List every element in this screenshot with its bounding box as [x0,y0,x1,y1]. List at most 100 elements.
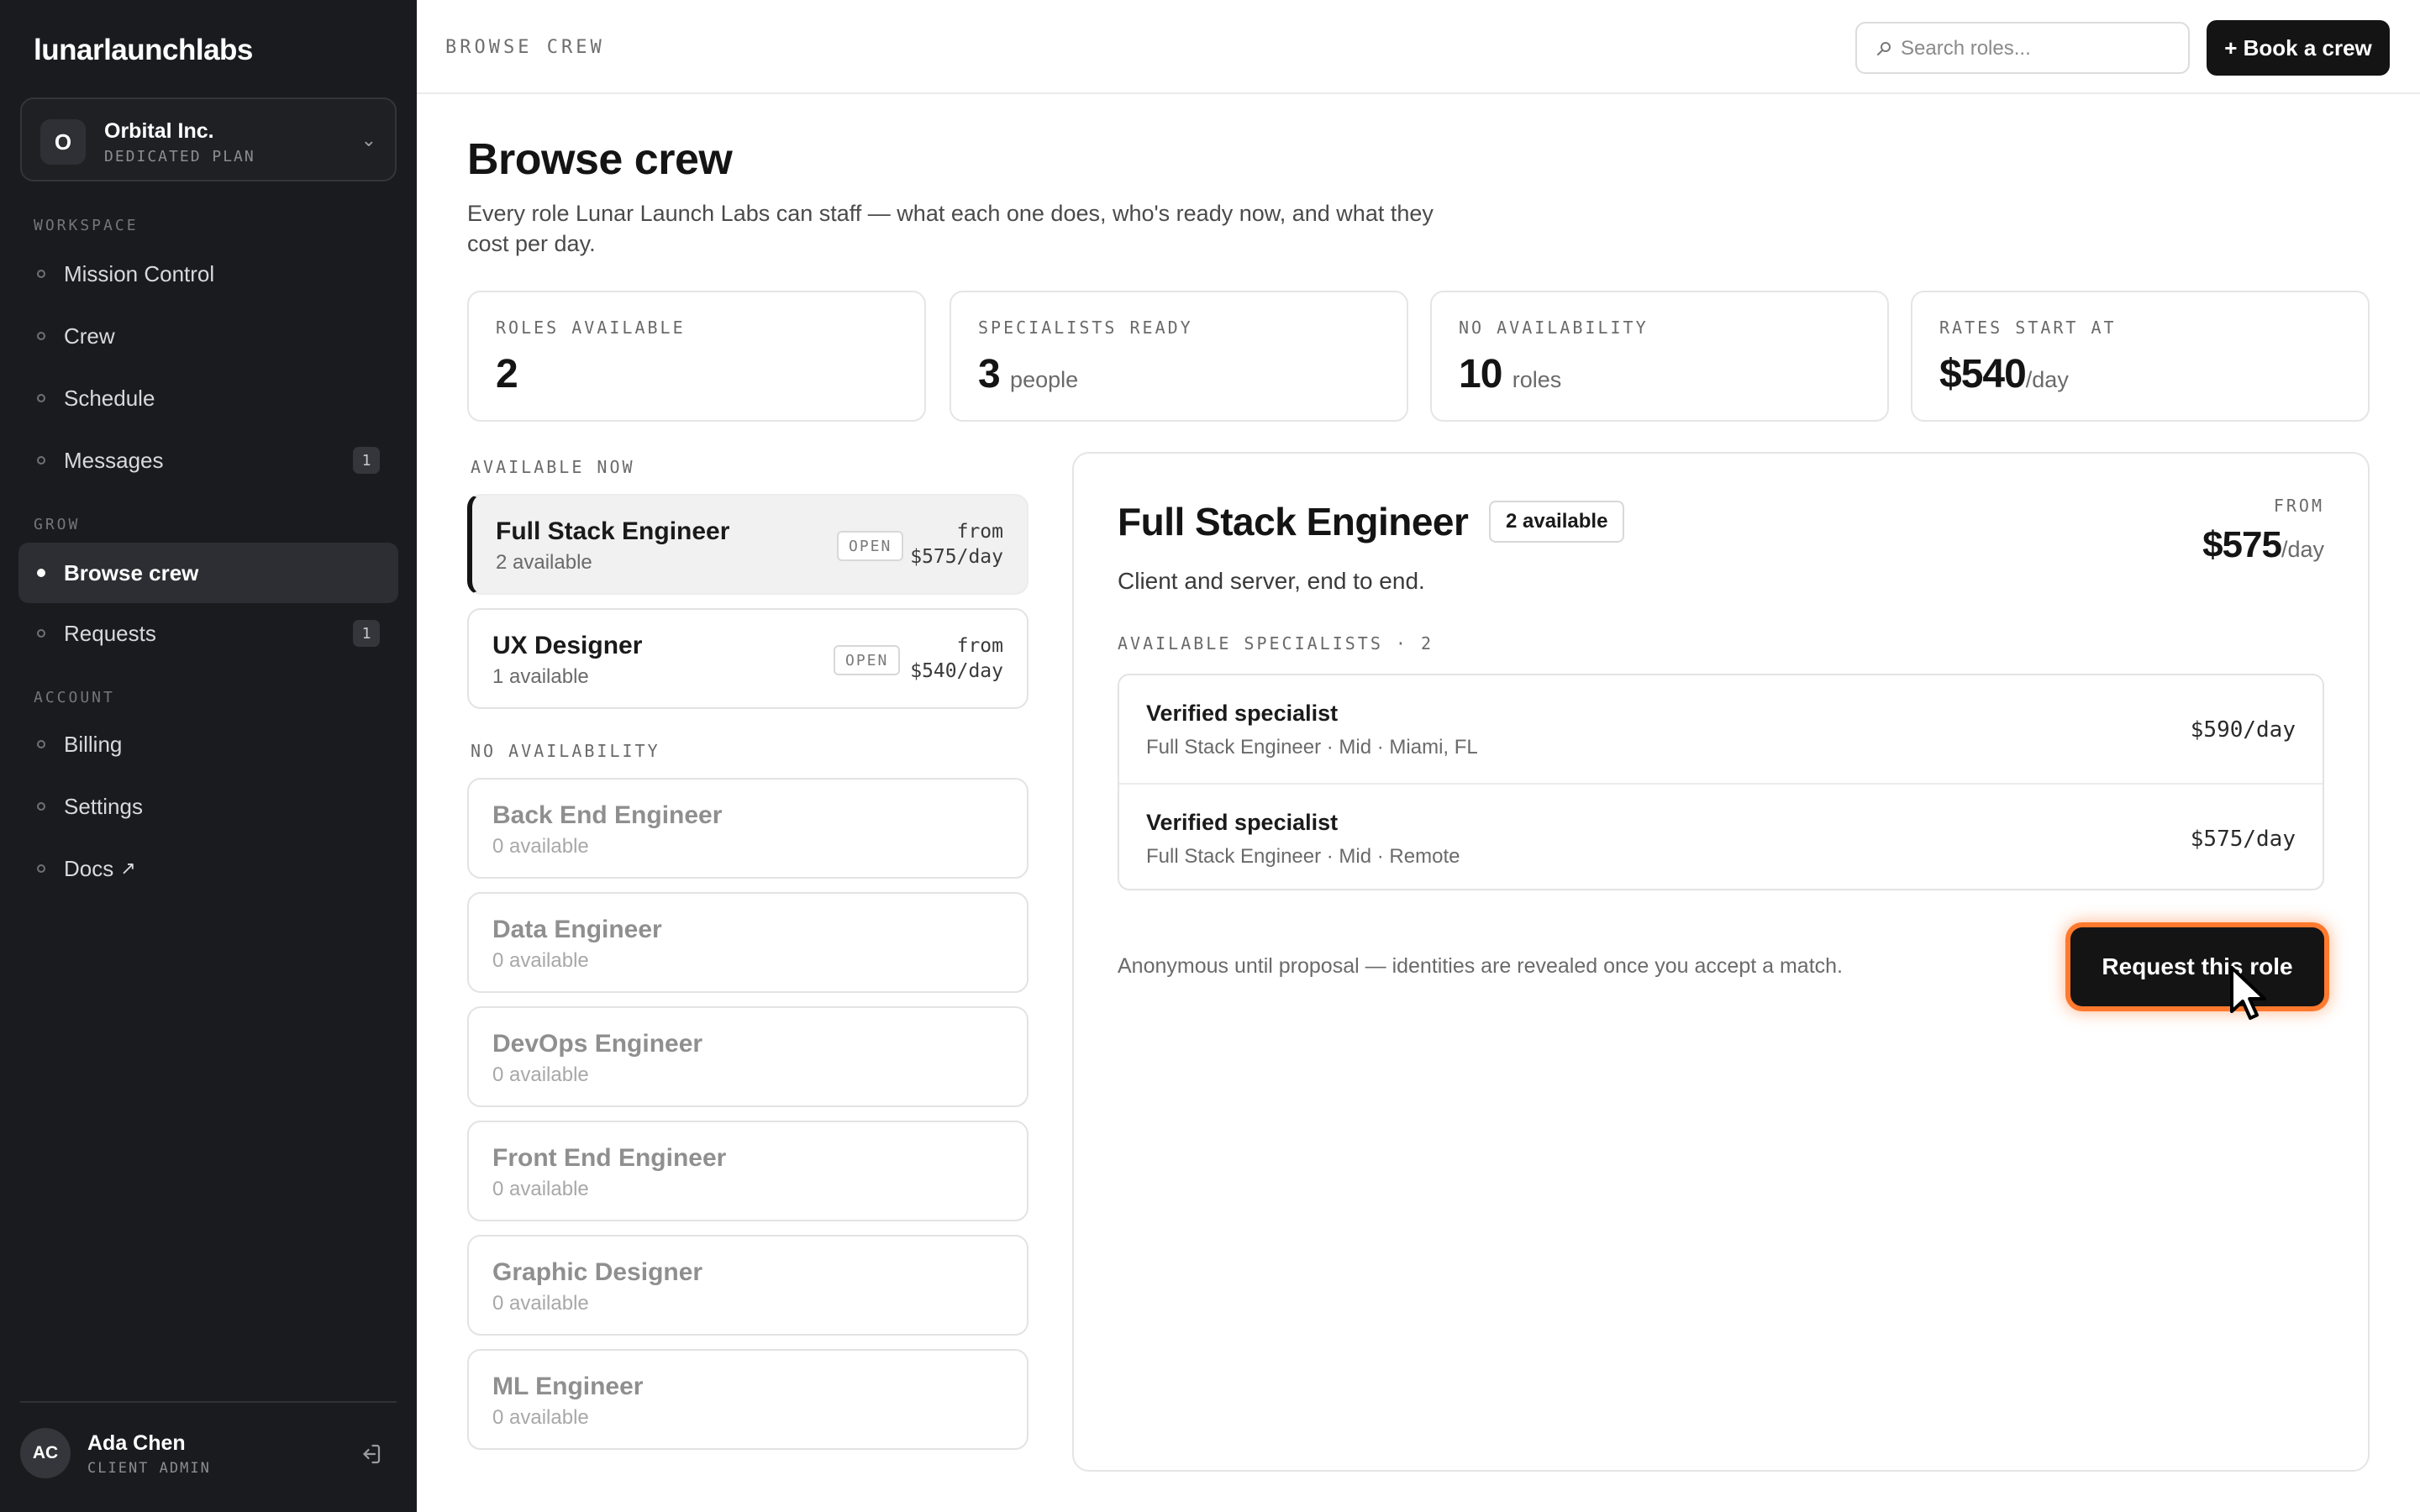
role-price: from $575/day [910,521,1003,568]
role-card-ux-designer[interactable]: UX Designer 1 available OPEN from $540/d… [467,608,1028,709]
specialist-detail: Full Stack Engineer · Mid · Remote [1146,845,1460,868]
role-card-full-stack-engineer[interactable]: Full Stack Engineer 2 available OPEN fro… [467,494,1028,595]
requests-count-badge: 1 [353,620,380,647]
role-name: UX Designer [492,632,643,659]
stat-label: NO AVAILABILITY [1459,318,1649,338]
role-name: Graphic Designer [492,1258,703,1286]
nav-dot-icon [37,270,45,278]
specialist-row[interactable]: Verified specialist Full Stack Engineer … [1119,783,2323,890]
chevron-down-icon: ⌄ [360,129,376,150]
user-name: Ada Chen [87,1431,186,1455]
detail-price: $575/day [2202,524,2324,565]
user-avatar[interactable]: AC [20,1428,71,1478]
sidebar-item-mission-control[interactable]: Mission Control [18,244,398,304]
role-card-back-end-engineer[interactable]: Back End Engineer 0 available [467,778,1028,879]
external-link-icon: ↗ [120,858,136,879]
role-price: from $540/day [910,635,1003,682]
role-name: ML Engineer [492,1373,644,1400]
sidebar-item-settings[interactable]: Settings [18,776,398,837]
stat-card-no-availability: NO AVAILABILITY 10 roles [1430,291,1889,422]
section-label-workspace: WORKSPACE [34,217,139,234]
nav-dot-icon [37,394,45,402]
role-name: DevOps Engineer [492,1030,703,1058]
open-badge: OPEN [834,645,901,675]
role-availability: 0 available [492,1292,589,1315]
nav-dot-icon [37,864,45,873]
role-name: Front End Engineer [492,1144,727,1172]
org-switcher[interactable]: O Orbital Inc. DEDICATED PLAN ⌄ [20,97,397,181]
search-input[interactable] [1901,30,2178,67]
sidebar-item-requests[interactable]: Requests 1 [18,603,398,664]
logout-icon[interactable] [358,1441,383,1467]
open-badge: OPEN [837,531,904,561]
page-title: Browse crew [467,135,733,184]
page-description: Every role Lunar Launch Labs can staff —… [467,201,1434,256]
topbar: BROWSE CREW + Book a crew [417,0,2420,94]
stat-card-specialists-ready: SPECIALISTS READY 3 people [950,291,1408,422]
specialist-row[interactable]: Verified specialist Full Stack Engineer … [1119,675,2323,783]
specialist-rate: $575/day [2190,827,2296,852]
messages-count-badge: 1 [353,447,380,474]
brand-logo[interactable]: lunarlaunchlabs [34,34,253,67]
stat-value: 3 people [978,352,1079,396]
sidebar-item-crew[interactable]: Crew [18,306,398,366]
sidebar-item-label: Mission Control [64,260,215,286]
role-availability: 2 available [496,551,592,574]
nav-dot-icon [37,740,45,748]
nav-dot-icon [37,569,45,577]
role-availability: 1 available [492,665,589,688]
stat-value: $540/day [1939,352,2069,396]
stat-card-rates-start-at: RATES START AT $540/day [1911,291,2370,422]
sidebar-item-label: Billing [64,731,123,757]
role-availability: 0 available [492,1406,589,1429]
book-crew-button[interactable]: + Book a crew [2207,20,2390,76]
sidebar-item-browse-crew[interactable]: Browse crew [18,543,398,603]
detail-subtitle: Client and server, end to end. [1118,568,1425,594]
role-detail-panel: Full Stack Engineer 2 available FROM $57… [1072,452,2370,1472]
section-label-grow: GROW [34,516,81,533]
search-box[interactable] [1855,22,2190,74]
stat-label: RATES START AT [1939,318,2117,338]
no-availability-label: NO AVAILABILITY [471,741,660,761]
sidebar-item-billing[interactable]: Billing [18,714,398,774]
stat-card-roles-available: ROLES AVAILABLE 2 [467,291,926,422]
stat-label: ROLES AVAILABLE [496,318,686,338]
request-role-button[interactable]: Request this role [2070,927,2324,1006]
specialists-label: AVAILABLE SPECIALISTS · 2 [1118,633,1434,654]
specialist-rate: $590/day [2190,717,2296,743]
role-availability: 0 available [492,949,589,972]
sidebar-item-schedule[interactable]: Schedule [18,368,398,428]
sidebar-item-label: Crew [64,323,115,349]
stat-value: 2 [496,352,518,396]
stat-value: 10 roles [1459,352,1562,396]
role-card-graphic-designer[interactable]: Graphic Designer 0 available [467,1235,1028,1336]
specialist-name: Verified specialist [1146,701,1339,726]
role-card-devops-engineer[interactable]: DevOps Engineer 0 available [467,1006,1028,1107]
sidebar-item-label: Settings [64,793,143,819]
specialist-detail: Full Stack Engineer · Mid · Miami, FL [1146,736,1478,759]
specialist-name: Verified specialist [1146,810,1339,835]
role-name: Full Stack Engineer [496,517,730,545]
sidebar-item-label: Docs [64,855,114,881]
sidebar: lunarlaunchlabs O Orbital Inc. DEDICATED… [0,0,417,1512]
from-label: FROM [2273,496,2324,516]
role-card-data-engineer[interactable]: Data Engineer 0 available [467,892,1028,993]
sidebar-item-messages[interactable]: Messages 1 [18,430,398,491]
nav-dot-icon [37,456,45,465]
user-role: CLIENT ADMIN [87,1460,211,1477]
role-card-front-end-engineer[interactable]: Front End Engineer 0 available [467,1121,1028,1221]
nav-dot-icon [37,629,45,638]
sidebar-item-docs[interactable]: Docs ↗ [18,838,398,899]
anonymity-note: Anonymous until proposal — identities ar… [1118,954,1843,978]
nav-dot-icon [37,332,45,340]
role-availability: 0 available [492,835,589,858]
role-name: Data Engineer [492,916,662,943]
sidebar-item-label: Browse crew [64,559,199,585]
org-avatar: O [40,119,86,165]
role-name: Back End Engineer [492,801,723,829]
role-card-ml-engineer[interactable]: ML Engineer 0 available [467,1349,1028,1450]
section-label-account: ACCOUNT [34,689,115,706]
availability-badge: 2 available [1489,501,1625,543]
role-availability: 0 available [492,1178,589,1200]
org-name: Orbital Inc. [104,119,214,143]
